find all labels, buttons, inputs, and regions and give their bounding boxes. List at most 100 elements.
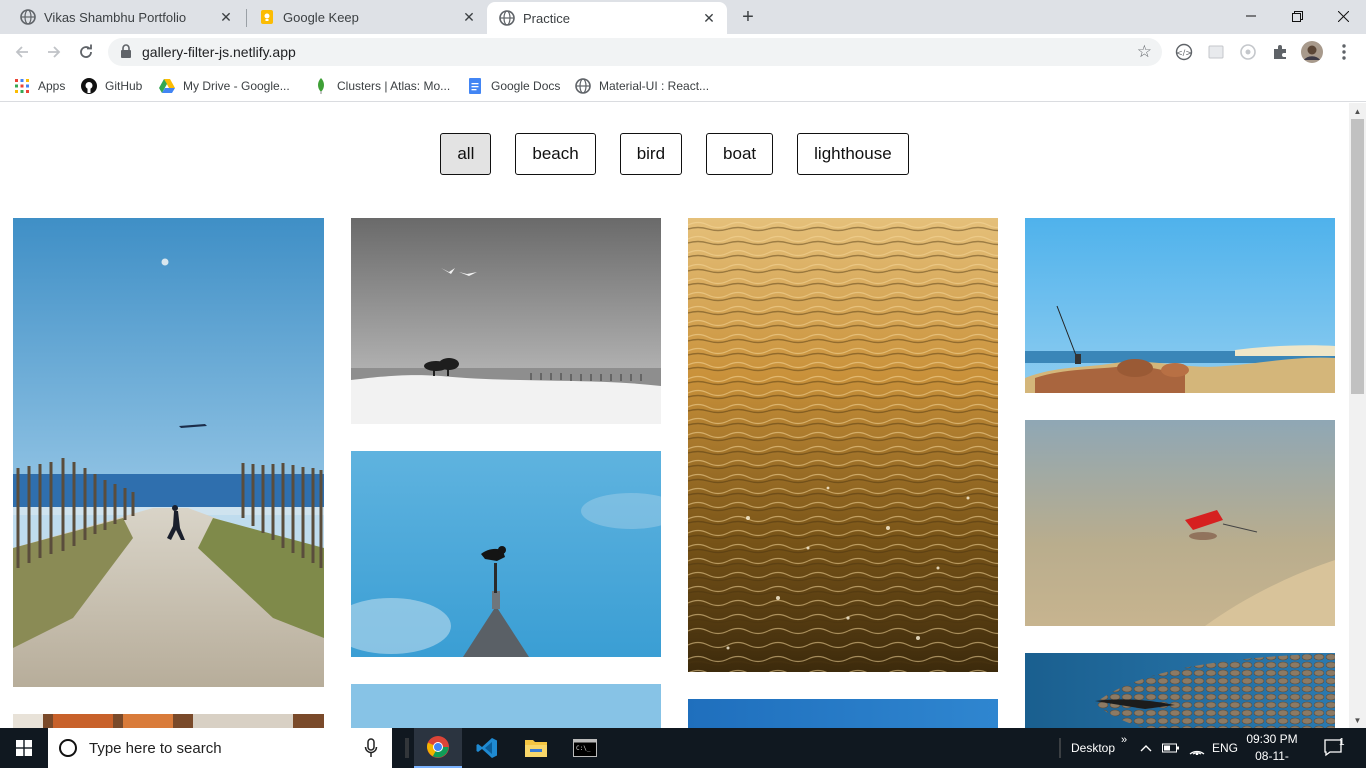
taskbar-search-box[interactable]: Type here to search <box>48 728 392 768</box>
taskbar-file-explorer[interactable] <box>512 728 560 768</box>
chrome-icon <box>427 736 449 758</box>
chevron-up-icon[interactable] <box>1140 728 1152 768</box>
back-button[interactable] <box>10 40 34 64</box>
reload-button[interactable] <box>74 40 98 64</box>
tray-divider <box>1059 728 1061 768</box>
drive-icon <box>159 78 175 94</box>
address-bar[interactable]: gallery-filter-js.netlify.app ☆ <box>108 38 1162 66</box>
scroll-down-arrow-icon[interactable]: ▼ <box>1349 712 1366 728</box>
more-menu-icon[interactable] <box>1334 42 1354 62</box>
bookmark-google-drive[interactable]: My Drive - Google... <box>159 76 290 96</box>
puzzle-extensions-icon[interactable] <box>1270 42 1290 62</box>
taskbar-terminal[interactable]: C:\_ <box>561 728 609 768</box>
extension-icon[interactable]: </> <box>1174 42 1194 62</box>
taskbar-vscode[interactable] <box>463 728 511 768</box>
browser-tab-strip: Vikas Shambhu Portfolio ✕ Google Keep ✕ … <box>0 0 1366 34</box>
tab-portfolio[interactable]: Vikas Shambhu Portfolio ✕ <box>0 0 244 34</box>
notification-count-badge: 1 <box>1339 736 1345 748</box>
beach-path-photo[interactable] <box>13 218 324 687</box>
clock-time: 09:30 PM <box>1246 732 1298 746</box>
bookmark-google-docs[interactable]: Google Docs <box>467 76 560 96</box>
task-view-divider <box>400 728 414 768</box>
forward-arrow-icon <box>48 46 61 58</box>
svg-text:</>: </> <box>1176 49 1192 58</box>
gull-feathers-photo[interactable] <box>1025 653 1335 728</box>
github-icon <box>81 78 97 94</box>
browser-toolbar: gallery-filter-js.netlify.app ☆ </> <box>0 34 1366 70</box>
restore-button[interactable] <box>1274 0 1320 32</box>
filter-beach-button[interactable]: beach <box>515 133 596 175</box>
globe-icon <box>575 78 591 94</box>
close-icon[interactable]: ✕ <box>701 10 717 26</box>
dunes-seagulls-photo[interactable] <box>351 218 661 424</box>
globe-icon <box>20 9 36 25</box>
filter-bird-button[interactable]: bird <box>619 133 683 175</box>
filter-boat-button[interactable]: boat <box>706 133 774 175</box>
vscode-icon <box>476 738 497 758</box>
wifi-icon[interactable] <box>1188 728 1206 768</box>
close-window-button[interactable] <box>1320 0 1366 32</box>
windows-taskbar: Type here to search C:\_ Desktop » ENG 0… <box>0 728 1366 780</box>
filter-lighthouse-button[interactable]: lighthouse <box>797 133 909 175</box>
avatar[interactable] <box>1301 41 1323 63</box>
blue-sky-photo[interactable] <box>351 684 661 728</box>
tab-google-keep[interactable]: Google Keep ✕ <box>239 0 487 34</box>
taskbar-clock[interactable]: 09:30 PM 08-11-2020 <box>1242 731 1302 782</box>
bookmark-atlas[interactable]: Clusters | Atlas: Mo... <box>313 76 450 96</box>
svg-text:C:\_: C:\_ <box>576 745 591 752</box>
tab-title: Vikas Shambhu Portfolio <box>44 9 187 25</box>
clock-date: 08-11-2020 <box>1255 749 1289 780</box>
url-text: gallery-filter-js.netlify.app <box>142 44 296 60</box>
bookmark-label: Apps <box>38 79 66 93</box>
bookmark-label: Clusters | Atlas: Mo... <box>337 79 451 93</box>
folder-icon <box>525 740 547 757</box>
bookmark-star-icon[interactable]: ☆ <box>1137 42 1152 62</box>
lock-icon <box>120 44 134 60</box>
ocean-photo[interactable] <box>688 699 998 728</box>
terminal-icon: C:\_ <box>573 739 597 757</box>
bookmark-material-ui[interactable]: Material-UI : React... <box>575 76 709 96</box>
language-indicator[interactable]: ENG <box>1212 728 1238 768</box>
search-placeholder: Type here to search <box>89 739 222 757</box>
back-arrow-icon <box>15 46 28 58</box>
globe-icon <box>499 10 515 26</box>
ropes-photo[interactable] <box>13 714 324 728</box>
bookmark-label: My Drive - Google... <box>183 79 290 93</box>
docs-icon <box>467 78 483 94</box>
chevron-double-icon[interactable]: » <box>1121 720 1127 760</box>
forward-button[interactable] <box>42 40 66 64</box>
keep-icon <box>259 9 275 25</box>
reload-icon <box>80 44 92 58</box>
extension-icon[interactable] <box>1206 42 1226 62</box>
bookmark-label: Material-UI : React... <box>599 79 710 93</box>
golden-water-photo[interactable] <box>688 218 998 672</box>
battery-icon[interactable] <box>1162 728 1180 768</box>
close-icon[interactable]: ✕ <box>218 9 234 25</box>
mongodb-leaf-icon <box>313 78 329 94</box>
fisherman-rocks-photo[interactable] <box>1025 218 1335 393</box>
minimize-button[interactable] <box>1228 0 1274 32</box>
desktop-toolbar-label[interactable]: Desktop <box>1071 728 1115 768</box>
tab-title: Practice <box>523 10 570 26</box>
apps-grid-icon <box>14 78 30 94</box>
bookmark-github[interactable]: GitHub <box>81 76 142 96</box>
bookmarks-bar: Apps GitHub My Drive - Google... Cluster… <box>0 70 1366 102</box>
close-icon[interactable]: ✕ <box>461 9 477 25</box>
tab-title: Google Keep <box>283 9 359 25</box>
scroll-up-arrow-icon[interactable]: ▲ <box>1349 103 1366 119</box>
start-button[interactable] <box>0 728 48 768</box>
gallery-page: all beach bird boat lighthouse <box>0 103 1349 728</box>
bookmark-apps[interactable]: Apps <box>14 76 65 96</box>
microphone-icon[interactable] <box>364 738 378 758</box>
new-tab-button[interactable]: + <box>737 6 759 28</box>
scrollbar-thumb[interactable] <box>1351 119 1364 394</box>
extension-icon[interactable] <box>1238 42 1258 62</box>
page-scrollbar[interactable]: ▲ ▼ <box>1349 103 1366 728</box>
tab-practice[interactable]: Practice ✕ <box>487 2 727 34</box>
filter-all-button[interactable]: all <box>440 133 492 175</box>
taskbar-chrome[interactable] <box>414 728 462 768</box>
cortana-icon <box>59 739 77 757</box>
windows-logo-icon <box>16 740 32 756</box>
red-buoy-photo[interactable] <box>1025 420 1335 626</box>
crow-steeple-photo[interactable] <box>351 451 661 657</box>
